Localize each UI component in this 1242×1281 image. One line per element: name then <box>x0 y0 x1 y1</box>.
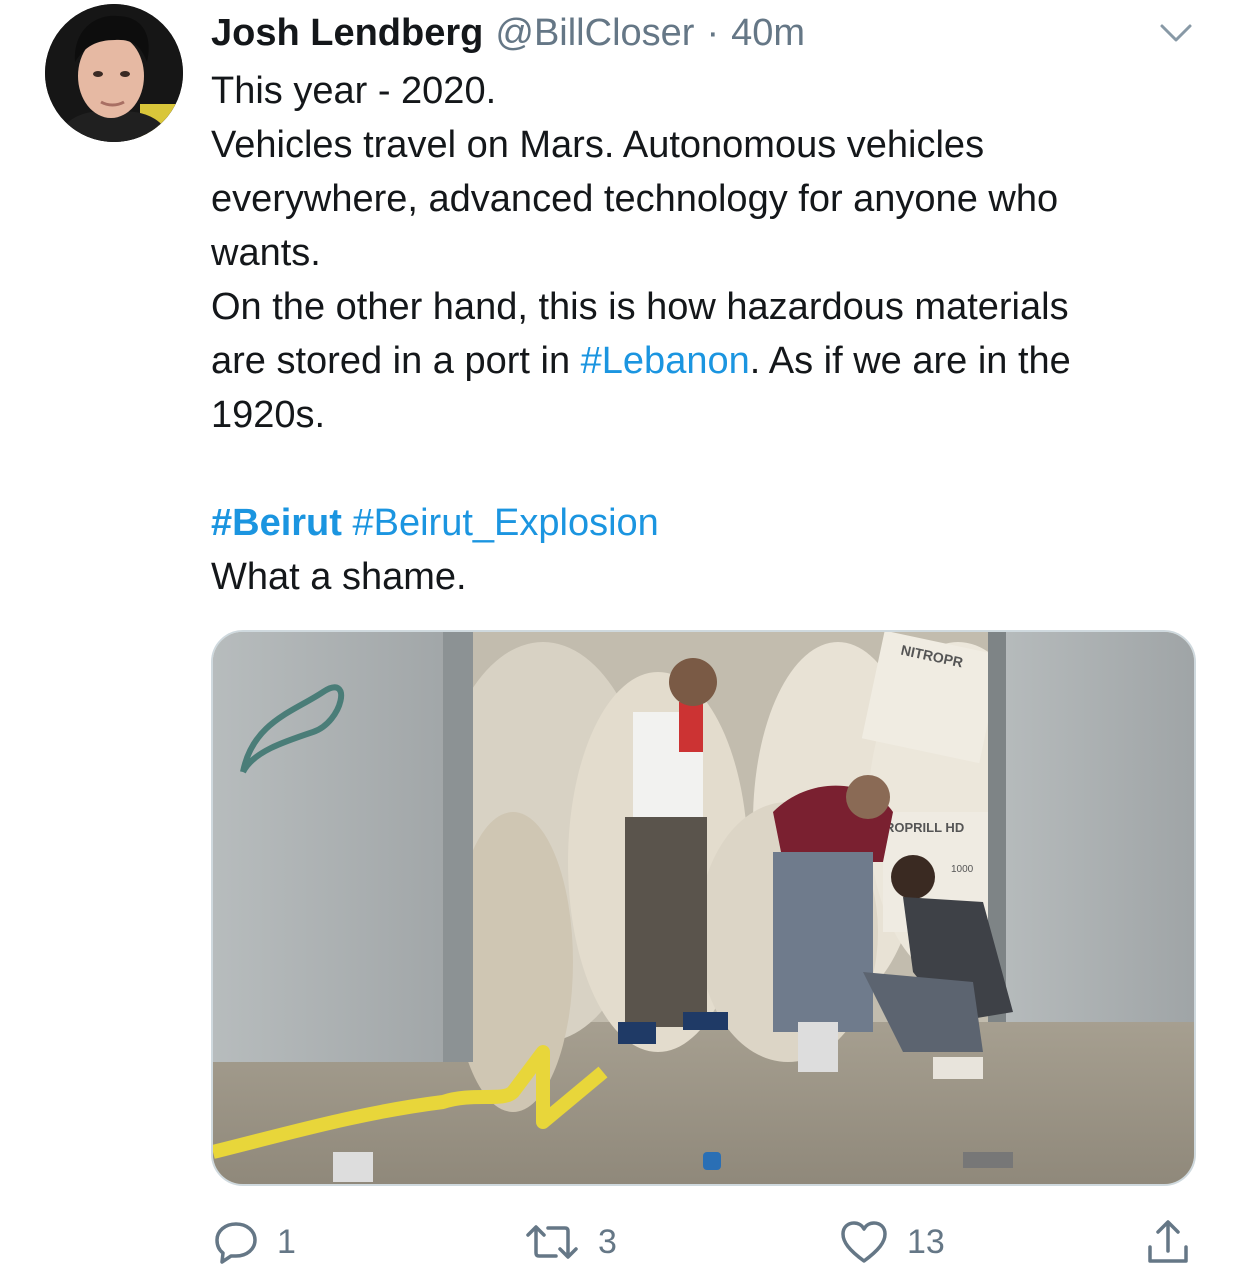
tweet-text: This year - 2020. Vehicles travel on Mar… <box>211 64 1221 604</box>
tweet-line: This year - 2020. <box>211 70 497 112</box>
tweet-media-photo[interactable]: NITROPR ROPRILL HD 1000 <box>211 630 1196 1186</box>
hashtag-beirut[interactable]: #Beirut <box>211 502 342 544</box>
retweet-icon <box>526 1225 578 1259</box>
tweet-text-segment: are stored in a port in <box>211 340 581 382</box>
like-button[interactable]: 13 <box>839 1212 945 1272</box>
bag-label-number: 1000 <box>951 864 974 875</box>
reply-button[interactable]: 1 <box>213 1212 296 1272</box>
chevron-down-icon[interactable] <box>1156 18 1196 48</box>
tweet-timestamp[interactable]: 40m <box>731 8 805 58</box>
heart-icon <box>841 1221 887 1263</box>
port-warehouse-photo: NITROPR ROPRILL HD 1000 <box>213 632 1194 1184</box>
author-handle[interactable]: @BillCloser <box>495 8 694 58</box>
tweet-line: everywhere, advanced technology for anyo… <box>211 178 1059 220</box>
tweet-line: wants. <box>211 232 321 274</box>
tweet-line: #Beirut #Beirut_Explosion <box>211 496 1221 550</box>
share-icon <box>1148 1220 1188 1263</box>
tweet-text-segment: . As if we are in the <box>749 340 1071 382</box>
retweet-count: 3 <box>598 1222 617 1261</box>
tweet-header: Josh Lendberg @BillCloser · 40m <box>211 8 805 58</box>
reply-icon <box>215 1222 257 1264</box>
tweet-line: Vehicles travel on Mars. Autonomous vehi… <box>211 124 985 166</box>
avatar-photo <box>45 4 183 142</box>
bag-label-mid: ROPRILL HD <box>885 820 964 835</box>
hashtag-beirut-explosion[interactable]: #Beirut_Explosion <box>352 502 658 544</box>
like-count: 13 <box>907 1222 945 1261</box>
tweet-line: are stored in a port in #Lebanon. As if … <box>211 334 1221 388</box>
hashtag-lebanon[interactable]: #Lebanon <box>581 340 750 382</box>
tweet-line: 1920s. <box>211 394 326 436</box>
tweet-line: On the other hand, this is how hazardous… <box>211 286 1069 328</box>
tweet-line: What a shame. <box>211 556 467 598</box>
reply-count: 1 <box>277 1222 296 1261</box>
separator-dot: · <box>706 12 720 54</box>
tweet-actions: 1 3 13 <box>211 1212 1201 1272</box>
avatar[interactable] <box>45 4 183 142</box>
author-name[interactable]: Josh Lendberg <box>211 8 483 58</box>
retweet-button[interactable]: 3 <box>524 1212 617 1272</box>
share-button[interactable] <box>1145 1212 1191 1272</box>
